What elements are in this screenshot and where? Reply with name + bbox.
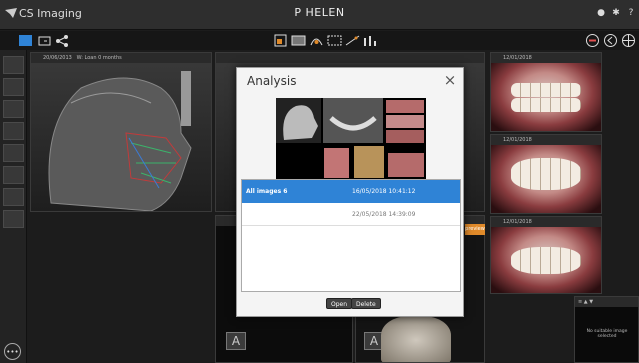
- title-bar: CS Imaging P HELEN ● ✱ ?: [0, 0, 639, 30]
- info-icon[interactable]: ●: [594, 6, 608, 20]
- info-panel: ≡ ▲ ▼ No suitable image selected: [574, 296, 639, 363]
- close-icon[interactable]: ×: [441, 71, 459, 89]
- analysis-list: All images 6 16/05/2018 10:41:12 22/05/2…: [241, 179, 461, 292]
- help-icon[interactable]: ?: [624, 6, 638, 20]
- annotate-tool-button[interactable]: [3, 166, 24, 184]
- dialog-title: Analysis: [247, 74, 297, 88]
- export-tool-button[interactable]: [3, 210, 24, 228]
- ceph-tool-icon[interactable]: [308, 33, 325, 48]
- row-name: All images 6: [246, 188, 288, 195]
- teeth-image: [510, 98, 582, 113]
- arch-a-button[interactable]: A: [226, 332, 246, 350]
- left-tool-rail: •••: [0, 50, 27, 363]
- panel-caption: W: Loan 0 months: [76, 55, 122, 61]
- panel-date: 20/06/2013: [43, 55, 72, 61]
- row-date: 16/05/2018 10:41:12: [352, 188, 416, 195]
- analysis-dialog: Analysis × All images 6 16/05/2018 10:41…: [236, 67, 464, 317]
- no-image-message: No suitable image selected: [586, 329, 628, 339]
- teeth-image: [510, 247, 582, 274]
- teeth-image: [510, 158, 582, 190]
- measure-tool-icon[interactable]: [344, 33, 361, 48]
- panel-header: ≡ ▲ ▼: [575, 297, 638, 307]
- panel-header: 12/01/2018: [491, 53, 601, 63]
- image-tool-icon[interactable]: [272, 33, 289, 48]
- panel-header: [216, 53, 484, 63]
- row-date: 22/05/2018 14:39:09: [352, 211, 416, 218]
- share-icon[interactable]: [54, 33, 71, 48]
- delete-button[interactable]: Delete: [351, 298, 381, 309]
- film-icon[interactable]: [290, 33, 307, 48]
- list-row[interactable]: All images 6 16/05/2018 10:41:12: [242, 180, 460, 203]
- contrast-tool-button[interactable]: [3, 100, 24, 118]
- panel-header: 12/01/2018: [491, 135, 601, 145]
- analysis-thumbnail[interactable]: [276, 98, 426, 180]
- preview-badge[interactable]: preview: [465, 224, 485, 235]
- more-options-icon[interactable]: •••: [4, 343, 21, 360]
- globe-icon[interactable]: [620, 33, 637, 48]
- flip-tool-button[interactable]: [3, 144, 24, 162]
- skull-model-image: [381, 316, 451, 362]
- intraoral-panel-3[interactable]: 12/01/2018: [490, 216, 602, 294]
- intraoral-panel-1[interactable]: 12/01/2018: [490, 52, 602, 132]
- zoom-tool-button[interactable]: [3, 56, 24, 74]
- panel-date: 12/01/2018: [503, 219, 532, 225]
- back-icon[interactable]: [602, 33, 619, 48]
- panel-header: 20/06/2013 W: Loan 0 months: [31, 53, 211, 63]
- pano-tool-icon[interactable]: [326, 33, 343, 48]
- panel-date: 12/01/2018: [503, 137, 532, 143]
- panel-header: 12/01/2018: [491, 217, 601, 227]
- thumbnail-collage: [276, 98, 424, 178]
- ceph-xray-image: [48, 71, 192, 211]
- pan-tool-button[interactable]: [3, 78, 24, 96]
- main-toolbar: [0, 31, 639, 50]
- ceph-panel[interactable]: 20/06/2013 W: Loan 0 months: [30, 52, 212, 212]
- teeth-image: [510, 82, 582, 97]
- menu-icon[interactable]: [584, 33, 601, 48]
- settings-icon[interactable]: ✱: [609, 6, 623, 20]
- capture-icon[interactable]: [36, 33, 53, 48]
- panel-date: 12/01/2018: [503, 55, 532, 61]
- patient-name: P HELEN: [294, 6, 345, 19]
- open-button[interactable]: Open: [326, 298, 353, 309]
- rotate-tool-button[interactable]: [3, 122, 24, 140]
- analysis-tool-icon[interactable]: [362, 33, 379, 48]
- list-row[interactable]: 22/05/2018 14:39:09: [242, 203, 460, 226]
- layout-icon[interactable]: [17, 33, 34, 48]
- compare-tool-button[interactable]: [3, 188, 24, 206]
- intraoral-panel-2[interactable]: 12/01/2018: [490, 134, 602, 214]
